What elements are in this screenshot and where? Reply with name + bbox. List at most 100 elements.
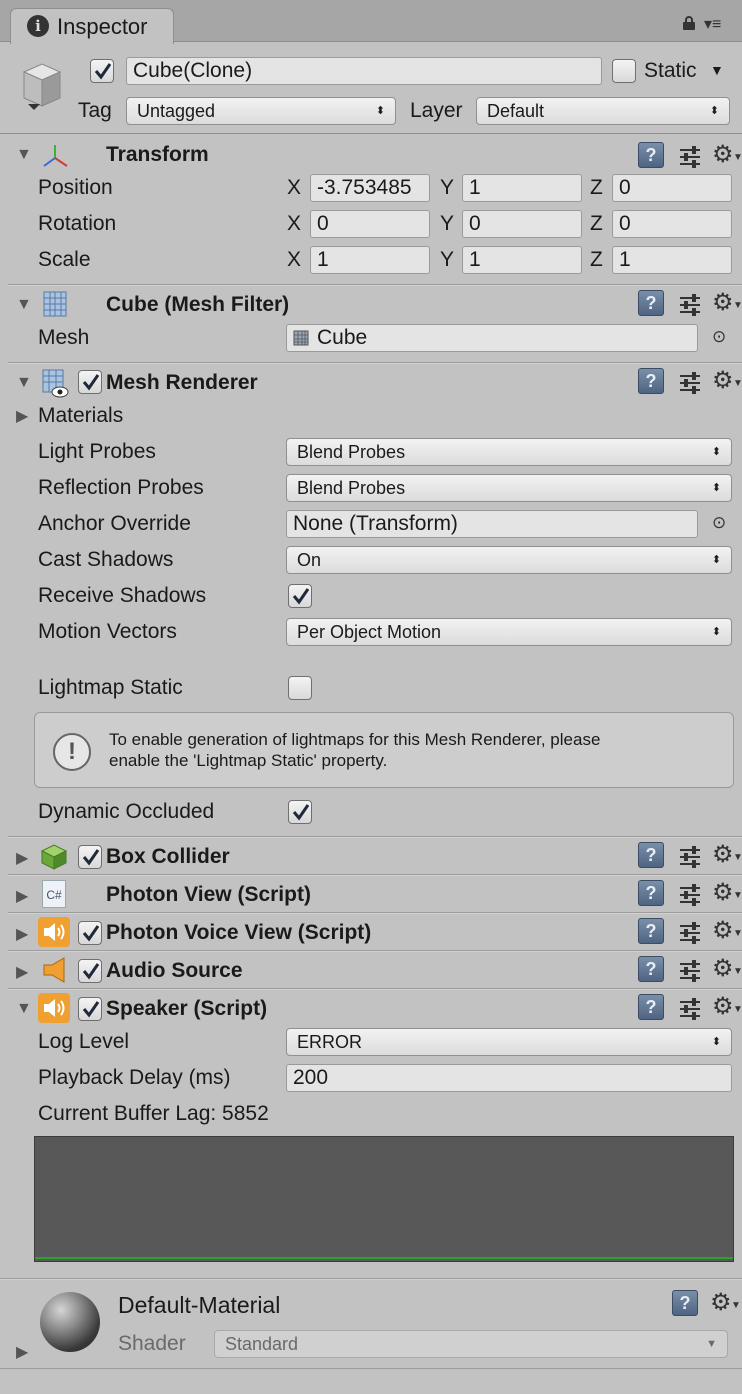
- foldout-collapsed-icon[interactable]: ▶: [16, 406, 28, 426]
- scale-label: Scale: [38, 248, 91, 271]
- foldout-collapsed-icon[interactable]: ▶: [16, 886, 28, 906]
- cast-shadows-dropdown[interactable]: On ⬍: [286, 546, 732, 574]
- preset-sliders-icon[interactable]: [678, 958, 702, 982]
- active-checkbox[interactable]: [90, 59, 114, 83]
- help-book-icon[interactable]: ?: [638, 842, 664, 868]
- foldout-collapsed-icon[interactable]: ▶: [16, 924, 28, 944]
- chevron-down-icon: ▼: [733, 152, 742, 163]
- tag-dropdown[interactable]: Untagged ⬍: [126, 97, 396, 125]
- axis-z-label[interactable]: Z: [590, 212, 603, 236]
- layer-dropdown[interactable]: Default ⬍: [476, 97, 730, 125]
- photon-view-title[interactable]: Photon View (Script): [106, 883, 311, 907]
- playback-delay-field[interactable]: 200: [286, 1064, 732, 1092]
- object-picker-icon[interactable]: ⊙: [712, 327, 726, 347]
- box-collider-title[interactable]: Box Collider: [106, 845, 230, 869]
- position-x-field[interactable]: -3.753485: [310, 174, 430, 202]
- light-probes-label: Light Probes: [38, 440, 156, 463]
- preset-sliders-icon[interactable]: [678, 144, 702, 168]
- help-book-icon[interactable]: ?: [638, 290, 664, 316]
- dynamic-occluded-label: Dynamic Occluded: [38, 800, 215, 823]
- help-book-icon[interactable]: ?: [638, 368, 664, 394]
- lightmap-static-checkbox[interactable]: [288, 676, 312, 700]
- object-name-field[interactable]: Cube(Clone): [126, 57, 602, 85]
- help-book-icon[interactable]: ?: [672, 1290, 698, 1316]
- foldout-collapsed-icon[interactable]: ▶: [16, 1342, 28, 1362]
- static-checkbox[interactable]: [612, 59, 636, 83]
- buffer-lag-readout: Current Buffer Lag: 5852: [38, 1102, 269, 1125]
- rotation-y-field[interactable]: 0: [462, 210, 582, 238]
- axis-y-label[interactable]: Y: [440, 212, 454, 236]
- foldout-collapsed-icon[interactable]: ▶: [16, 962, 28, 982]
- lock-icon[interactable]: [682, 16, 696, 30]
- scale-x-field[interactable]: 1: [310, 246, 430, 274]
- gear-icon[interactable]: ⚙: [712, 288, 734, 317]
- help-book-icon[interactable]: ?: [638, 956, 664, 982]
- axis-y-label[interactable]: Y: [440, 176, 454, 200]
- audio-source-enabled-checkbox[interactable]: [78, 959, 102, 983]
- object-picker-icon[interactable]: ⊙: [712, 513, 726, 533]
- foldout-expanded-icon[interactable]: ▼: [16, 146, 32, 164]
- help-book-icon[interactable]: ?: [638, 994, 664, 1020]
- preset-sliders-icon[interactable]: [678, 920, 702, 944]
- anchor-override-field[interactable]: None (Transform): [286, 510, 698, 538]
- shader-value: Standard: [225, 1334, 299, 1354]
- axis-z-label[interactable]: Z: [590, 248, 603, 272]
- preset-sliders-icon[interactable]: [678, 292, 702, 316]
- gear-icon[interactable]: ⚙: [712, 366, 734, 395]
- light-probes-dropdown[interactable]: Blend Probes ⬍: [286, 438, 732, 466]
- position-z-field[interactable]: 0: [612, 174, 732, 202]
- reflection-probes-label: Reflection Probes: [38, 476, 204, 499]
- transform-axes-icon: [43, 145, 68, 167]
- gear-icon[interactable]: ⚙: [712, 916, 734, 945]
- receive-shadows-checkbox[interactable]: [288, 584, 312, 608]
- log-level-dropdown[interactable]: ERROR ⬍: [286, 1028, 732, 1056]
- gear-icon[interactable]: ⚙: [712, 992, 734, 1021]
- gear-icon[interactable]: ⚙: [712, 878, 734, 907]
- dynamic-occluded-checkbox[interactable]: [288, 800, 312, 824]
- foldout-expanded-icon[interactable]: ▼: [16, 296, 32, 314]
- rotation-x-field[interactable]: 0: [310, 210, 430, 238]
- tab-inspector[interactable]: i Inspector: [10, 8, 174, 44]
- axis-x-label[interactable]: X: [287, 176, 301, 200]
- mesh-renderer-enabled-checkbox[interactable]: [78, 370, 102, 394]
- box-collider-enabled-checkbox[interactable]: [78, 845, 102, 869]
- shader-dropdown[interactable]: Standard ▼: [214, 1330, 728, 1358]
- gear-icon[interactable]: ⚙: [710, 1288, 732, 1317]
- preset-sliders-icon[interactable]: [678, 996, 702, 1020]
- reflection-probes-dropdown[interactable]: Blend Probes ⬍: [286, 474, 732, 502]
- motion-vectors-dropdown[interactable]: Per Object Motion ⬍: [286, 618, 732, 646]
- photon-voice-view-enabled-checkbox[interactable]: [78, 921, 102, 945]
- scale-z-field[interactable]: 1: [612, 246, 732, 274]
- chevron-down-icon: ▼: [733, 966, 742, 977]
- foldout-expanded-icon[interactable]: ▼: [16, 374, 32, 392]
- preset-sliders-icon[interactable]: [678, 844, 702, 868]
- foldout-collapsed-icon[interactable]: ▶: [16, 848, 28, 868]
- tab-menu-icon[interactable]: ▾≡: [704, 14, 721, 34]
- mesh-object-field[interactable]: Cube: [286, 324, 698, 352]
- static-dropdown-icon[interactable]: ▼: [710, 62, 724, 78]
- help-book-icon[interactable]: ?: [638, 918, 664, 944]
- rotation-z-field[interactable]: 0: [612, 210, 732, 238]
- preset-sliders-icon[interactable]: [678, 370, 702, 394]
- photon-voice-view-title[interactable]: Photon Voice View (Script): [106, 921, 371, 945]
- materials-foldout[interactable]: Materials: [38, 404, 123, 428]
- audio-source-title[interactable]: Audio Source: [106, 959, 243, 983]
- gear-icon[interactable]: ⚙: [712, 140, 734, 169]
- help-book-icon[interactable]: ?: [638, 880, 664, 906]
- gear-icon[interactable]: ⚙: [712, 954, 734, 983]
- axis-y-label[interactable]: Y: [440, 248, 454, 272]
- axis-x-label[interactable]: X: [287, 248, 301, 272]
- preset-sliders-icon[interactable]: [678, 882, 702, 906]
- scale-y-field[interactable]: 1: [462, 246, 582, 274]
- motion-vectors-value: Per Object Motion: [297, 622, 442, 642]
- foldout-expanded-icon[interactable]: ▼: [16, 1000, 32, 1018]
- log-level-value: ERROR: [297, 1032, 363, 1052]
- mesh-filter-grid-icon: [43, 291, 67, 317]
- axis-x-label[interactable]: X: [287, 212, 301, 236]
- gear-icon[interactable]: ⚙: [712, 840, 734, 869]
- position-y-field[interactable]: 1: [462, 174, 582, 202]
- axis-z-label[interactable]: Z: [590, 176, 603, 200]
- speaker-enabled-checkbox[interactable]: [78, 997, 102, 1021]
- material-preview-sphere[interactable]: [40, 1292, 100, 1352]
- help-book-icon[interactable]: ?: [638, 142, 664, 168]
